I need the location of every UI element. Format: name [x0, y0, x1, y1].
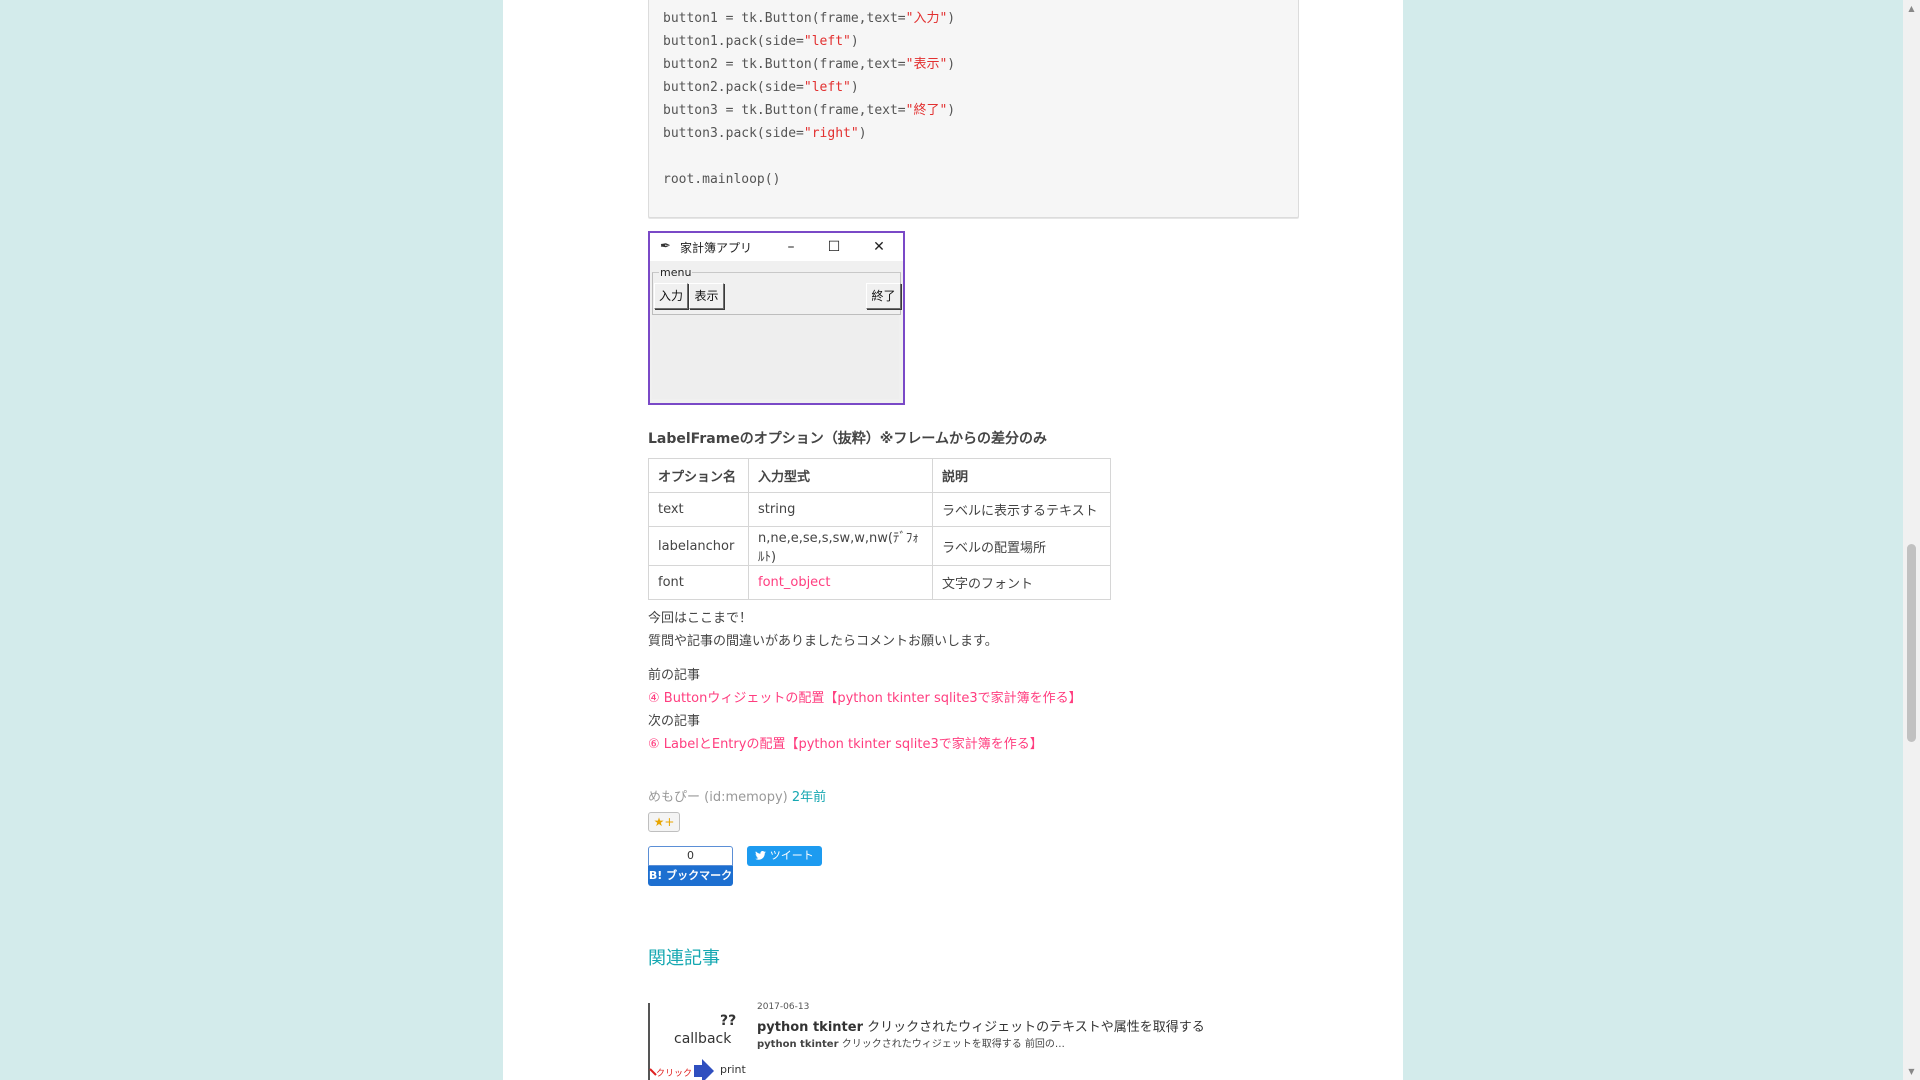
tweet-button[interactable]: ツイート — [747, 846, 822, 866]
code-token: button1 = tk.Button(frame,text= — [663, 11, 906, 26]
related-articles-heading: 関連記事 — [648, 948, 720, 969]
related-title-rest: クリックされたウィジェットのテキストや属性を取得する — [862, 1020, 1205, 1035]
table-header-row: オプション名 入力型式 説明 — [648, 458, 1111, 493]
code-token: button2 = tk.Button(frame,text= — [663, 57, 906, 72]
thumb-click: クリック — [656, 1068, 692, 1079]
minimize-icon: – — [787, 239, 795, 255]
code-block: button1 = tk.Button(frame,text="入力") butt… — [648, 0, 1299, 218]
code-string: "入力" — [905, 11, 948, 26]
table-row: labelanchor n,ne,e,se,s,sw,w,nw(ﾃﾞﾌｫﾙﾄ) … — [648, 526, 1111, 566]
closing-line-1: 今回はここまで！ — [648, 611, 753, 626]
table-row: font font_object 文字のフォント — [648, 565, 1111, 600]
author-name[interactable]: めもぴー (id:memopy) — [648, 790, 788, 805]
code-token: button2.pack(side= — [663, 80, 804, 95]
code-line: button3 = tk.Button(frame,text="終了") — [663, 101, 955, 121]
table-cell: 文字のフォント — [932, 565, 1111, 600]
hatena-bookmark-button[interactable]: B! ブックマーク — [648, 866, 733, 886]
code-string: "right" — [803, 126, 859, 141]
hatena-bookmark-count[interactable]: 0 — [648, 846, 733, 866]
scroll-down-icon[interactable]: ▼ — [1903, 1063, 1920, 1080]
post-date[interactable]: 2年前 — [792, 790, 826, 805]
code-token: ) — [858, 126, 867, 141]
add-star-button[interactable]: ★+ — [648, 812, 680, 832]
table-cell: ラベルに表示するテキスト — [932, 492, 1111, 527]
related-excerpt-rest: クリックされたウィジェットを取得する 前回の… — [838, 1039, 1065, 1050]
related-article-excerpt: python tkinter クリックされたウィジェットを取得する 前回の… — [757, 1035, 1065, 1050]
code-token: root.mainloop() — [663, 172, 781, 187]
next-article-label: 次の記事 — [648, 714, 701, 729]
table-cell-link[interactable]: font_object — [748, 565, 933, 600]
options-table: オプション名 入力型式 説明 text string ラベルに表示するテキスト … — [648, 458, 1111, 600]
table-cell: n,ne,e,se,s,sw,w,nw(ﾃﾞﾌｫﾙﾄ) — [748, 526, 933, 566]
code-line: root.mainloop() — [663, 170, 780, 190]
table-cell: text — [648, 492, 749, 527]
tk-window-screenshot: ✒ 家計簿アプリ – ☐ ✕ menu 入力 表示 終了 — [648, 231, 905, 405]
tk-button-exit: 終了 — [866, 283, 901, 309]
code-token: ) — [947, 57, 956, 72]
table-header: 入力型式 — [748, 458, 933, 493]
table-row: text string ラベルに表示するテキスト — [648, 492, 1111, 527]
code-token: button3 = tk.Button(frame,text= — [663, 103, 906, 118]
code-token: ) — [947, 103, 956, 118]
code-line: button2.pack(side="left") — [663, 78, 859, 98]
related-article-date: 2017-06-13 — [757, 1002, 810, 1012]
tk-window-title: 家計簿アプリ — [680, 241, 753, 255]
twitter-bird-icon — [755, 851, 767, 860]
code-token: ) — [850, 34, 859, 49]
scrollbar-thumb[interactable] — [1907, 544, 1916, 742]
table-cell: font — [648, 565, 749, 600]
code-token: ) — [850, 80, 859, 95]
close-icon: ✕ — [873, 239, 885, 255]
code-string: "終了" — [905, 103, 948, 118]
table-header: オプション名 — [648, 458, 749, 493]
table-cell: string — [748, 492, 933, 527]
code-line: button2 = tk.Button(frame,text="表示") — [663, 55, 955, 75]
code-string: "left" — [803, 80, 851, 95]
code-string: "left" — [803, 34, 851, 49]
code-line: button1 = tk.Button(frame,text="入力") — [663, 9, 955, 29]
tk-titlebar: ✒ 家計簿アプリ – ☐ ✕ — [650, 233, 903, 261]
maximize-icon: ☐ — [827, 239, 841, 255]
table-header: 説明 — [932, 458, 1111, 493]
code-line: button1.pack(side="left") — [663, 32, 859, 52]
tweet-label: ツイート — [769, 849, 814, 862]
thumb-print: print — [720, 1063, 747, 1076]
related-article-title[interactable]: python tkinter クリックされたウィジェットのテキストや属性を取得す… — [757, 1016, 1205, 1035]
labelframe-label: menu — [659, 266, 693, 279]
feather-icon: ✒ — [660, 239, 671, 254]
code-line: button3.pack(side="right") — [663, 124, 867, 144]
tk-button-show: 表示 — [689, 283, 724, 309]
page-scrollbar[interactable]: ▲ ▼ — [1903, 0, 1920, 1080]
next-article-link[interactable]: ⑥ LabelとEntryの配置【python tkinter sqlite3で… — [648, 733, 1043, 752]
tk-window-body — [652, 315, 899, 399]
code-token: ) — [947, 11, 956, 26]
prev-article-link[interactable]: ④ Buttonウィジェットの配置【python tkinter sqlite3… — [648, 687, 1082, 706]
article-page: button1 = tk.Button(frame,text="入力") butt… — [503, 0, 1403, 1080]
thumb-callback: callback — [674, 1031, 732, 1047]
code-string: "表示" — [905, 57, 948, 72]
callback-diagram-image: ?? callback クリック print — [648, 1003, 747, 1080]
related-title-bold: python tkinter — [757, 1020, 863, 1035]
table-cell: ラベルの配置場所 — [932, 526, 1111, 566]
tk-button-input: 入力 — [654, 283, 688, 309]
code-token: button1.pack(side= — [663, 34, 804, 49]
table-cell: labelanchor — [648, 526, 749, 566]
font-object-link[interactable]: font_object — [758, 575, 830, 590]
prev-article-label: 前の記事 — [648, 668, 701, 683]
related-excerpt-bold: python tkinter — [757, 1039, 839, 1050]
options-heading: LabelFrameのオプション（抜粋）※フレームからの差分のみ — [648, 431, 1047, 447]
tk-labelframe: menu 入力 表示 終了 — [652, 266, 901, 315]
scroll-up-icon[interactable]: ▲ — [1903, 0, 1920, 17]
byline: めもぴー (id:memopy) 2年前 — [648, 786, 826, 805]
related-article-thumbnail[interactable]: ?? callback クリック print — [648, 1003, 748, 1080]
closing-line-2: 質問や記事の間違いがありましたらコメントお願いします。 — [648, 634, 998, 649]
thumb-qmark: ?? — [720, 1013, 736, 1029]
code-token: button3.pack(side= — [663, 126, 804, 141]
